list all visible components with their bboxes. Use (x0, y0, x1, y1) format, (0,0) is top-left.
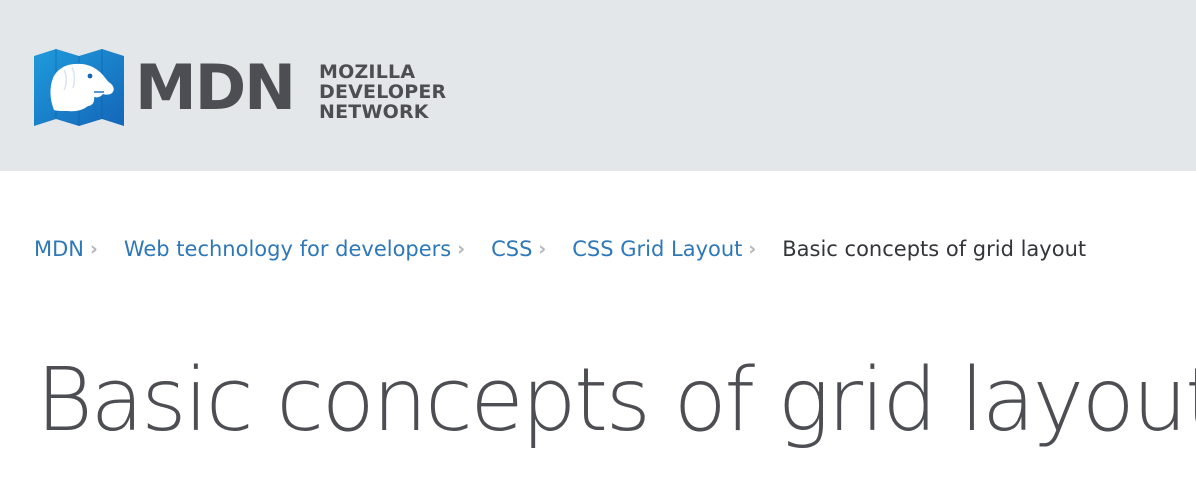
breadcrumb-link-mdn[interactable]: MDN (34, 237, 84, 261)
breadcrumb-current: Basic concepts of grid layout (782, 237, 1087, 261)
logo-wordmark: MDN (135, 51, 296, 124)
chevron-right-icon: › (538, 238, 547, 260)
chevron-right-icon: › (748, 238, 757, 260)
breadcrumb-link-css[interactable]: CSS (491, 237, 532, 261)
site-header: MDN MOZILLA DEVELOPER NETWORK (0, 0, 1196, 171)
mdn-dinosaur-head-icon (34, 48, 124, 128)
breadcrumb-link-web-technology[interactable]: Web technology for developers (124, 237, 451, 261)
chevron-right-icon: › (90, 238, 98, 260)
logo-tagline-line-3: NETWORK (319, 101, 429, 123)
chevron-right-icon: › (457, 238, 466, 260)
logo-tagline-line-1: MOZILLA (319, 61, 416, 83)
logo-tagline: MOZILLA DEVELOPER NETWORK (319, 62, 446, 122)
page-title: Basic concepts of grid layout (36, 349, 1196, 451)
logo-tagline-line-2: DEVELOPER (319, 81, 447, 103)
mdn-logo-link[interactable]: MDN MOZILLA DEVELOPER NETWORK (34, 48, 454, 130)
breadcrumb-link-css-grid-layout[interactable]: CSS Grid Layout (572, 237, 742, 261)
breadcrumb: MDN › Web technology for developers › CS… (34, 232, 1086, 266)
